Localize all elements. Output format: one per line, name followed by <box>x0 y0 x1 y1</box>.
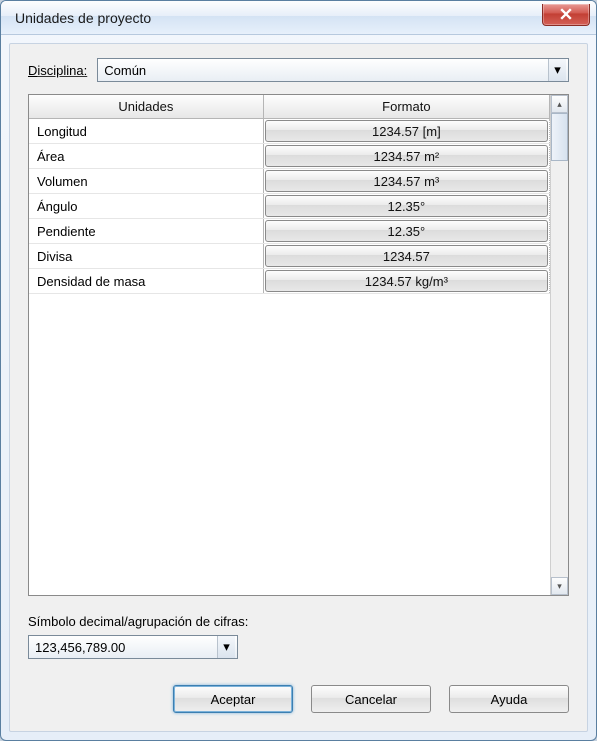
unit-cell[interactable]: Volumen <box>29 169 263 194</box>
discipline-value: Común <box>104 63 146 78</box>
project-units-dialog: Unidades de proyecto Disciplina: Común ▾… <box>0 0 597 741</box>
dialog-buttons: Aceptar Cancelar Ayuda <box>28 659 569 713</box>
table-row: Longitud1234.57 [m] <box>29 119 550 144</box>
unit-cell[interactable]: Densidad de masa <box>29 269 263 294</box>
format-cell: 1234.57 m³ <box>263 169 549 194</box>
close-button[interactable] <box>542 4 590 26</box>
table-row: Ángulo12.35° <box>29 194 550 219</box>
window-title: Unidades de proyecto <box>15 10 542 26</box>
scroll-thumb[interactable] <box>551 113 568 161</box>
scroll-down-icon[interactable]: ▾ <box>551 577 568 595</box>
chevron-down-icon: ▾ <box>217 636 235 658</box>
unit-cell[interactable]: Área <box>29 144 263 169</box>
chevron-down-icon: ▾ <box>548 59 566 81</box>
discipline-combo[interactable]: Común ▾ <box>97 58 569 82</box>
unit-cell[interactable]: Ángulo <box>29 194 263 219</box>
format-button[interactable]: 1234.57 [m] <box>265 120 548 142</box>
table-row: Divisa1234.57 <box>29 244 550 269</box>
close-icon <box>560 8 572 20</box>
title-bar: Unidades de proyecto <box>1 1 596 35</box>
format-button[interactable]: 12.35° <box>265 220 548 242</box>
format-cell: 1234.57 kg/m³ <box>263 269 549 294</box>
decimal-combo[interactable]: 123,456,789.00 ▾ <box>28 635 238 659</box>
format-cell: 1234.57 <box>263 244 549 269</box>
unit-cell[interactable]: Pendiente <box>29 219 263 244</box>
col-header-format[interactable]: Formato <box>263 95 549 119</box>
table-row: Área1234.57 m² <box>29 144 550 169</box>
client-area: Disciplina: Común ▾ Unidades Formato Lon… <box>9 43 588 732</box>
units-table: Unidades Formato Longitud1234.57 [m]Área… <box>29 95 550 294</box>
table-row: Volumen1234.57 m³ <box>29 169 550 194</box>
format-button[interactable]: 1234.57 kg/m³ <box>265 270 548 292</box>
format-cell: 1234.57 [m] <box>263 119 549 144</box>
help-button[interactable]: Ayuda <box>449 685 569 713</box>
format-cell: 12.35° <box>263 194 549 219</box>
col-header-units[interactable]: Unidades <box>29 95 263 119</box>
format-button[interactable]: 1234.57 m² <box>265 145 548 167</box>
format-button[interactable]: 12.35° <box>265 195 548 217</box>
decimal-label: Símbolo decimal/agrupación de cifras: <box>28 614 569 629</box>
decimal-value: 123,456,789.00 <box>35 640 125 655</box>
format-cell: 1234.57 m² <box>263 144 549 169</box>
discipline-row: Disciplina: Común ▾ <box>28 58 569 82</box>
ok-button[interactable]: Aceptar <box>173 685 293 713</box>
table-row: Densidad de masa1234.57 kg/m³ <box>29 269 550 294</box>
vertical-scrollbar[interactable]: ▴ ▾ <box>550 95 568 595</box>
units-table-container: Unidades Formato Longitud1234.57 [m]Área… <box>28 94 569 596</box>
unit-cell[interactable]: Divisa <box>29 244 263 269</box>
format-cell: 12.35° <box>263 219 549 244</box>
scroll-track[interactable] <box>551 161 568 577</box>
format-button[interactable]: 1234.57 <box>265 245 548 267</box>
discipline-label: Disciplina: <box>28 63 87 78</box>
cancel-button[interactable]: Cancelar <box>311 685 431 713</box>
scroll-up-icon[interactable]: ▴ <box>551 95 568 113</box>
table-row: Pendiente12.35° <box>29 219 550 244</box>
format-button[interactable]: 1234.57 m³ <box>265 170 548 192</box>
unit-cell[interactable]: Longitud <box>29 119 263 144</box>
decimal-group: Símbolo decimal/agrupación de cifras: 12… <box>28 614 569 659</box>
